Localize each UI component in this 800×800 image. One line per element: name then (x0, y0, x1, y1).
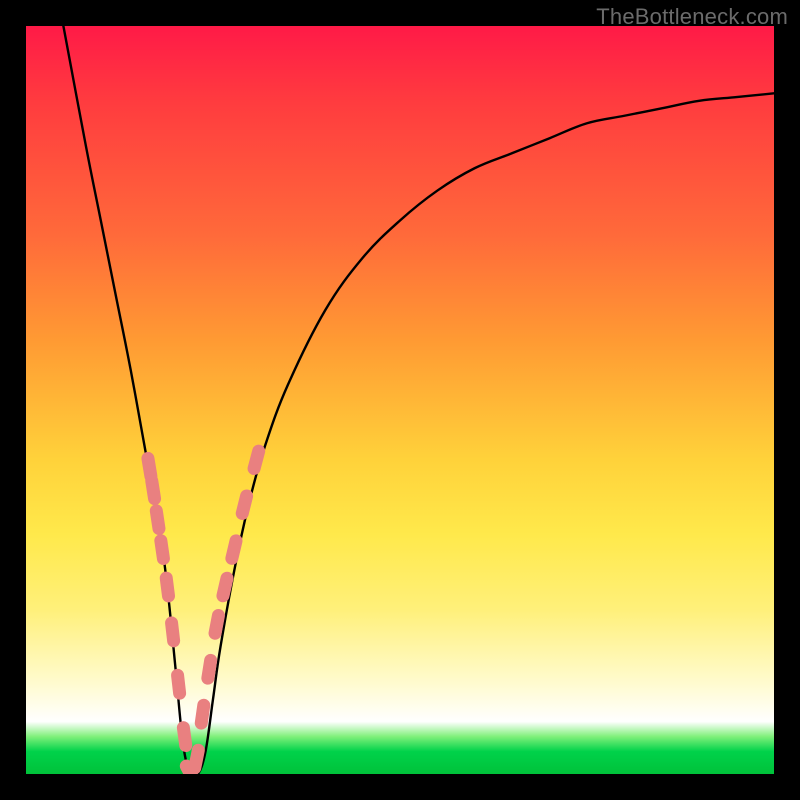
marker-bead (242, 496, 246, 513)
marker-bead (215, 616, 218, 634)
bottleneck-curve-svg (26, 26, 774, 774)
marker-bead (152, 481, 155, 499)
marker-bead (208, 660, 211, 678)
marker-bead (172, 623, 174, 641)
marker-bead (161, 541, 164, 559)
marker-bead (178, 675, 180, 693)
marker-bead (201, 705, 204, 723)
highlighted-points (148, 451, 259, 774)
marker-bead (254, 451, 259, 468)
bottleneck-curve (63, 26, 774, 774)
marker-bead (195, 750, 199, 768)
chart-frame: TheBottleneck.com (0, 0, 800, 800)
marker-bead (166, 578, 168, 596)
marker-bead (223, 578, 227, 596)
marker-bead (148, 458, 151, 476)
marker-bead (156, 511, 159, 529)
marker-bead (232, 541, 236, 559)
plot-area (26, 26, 774, 774)
marker-bead (183, 728, 185, 746)
